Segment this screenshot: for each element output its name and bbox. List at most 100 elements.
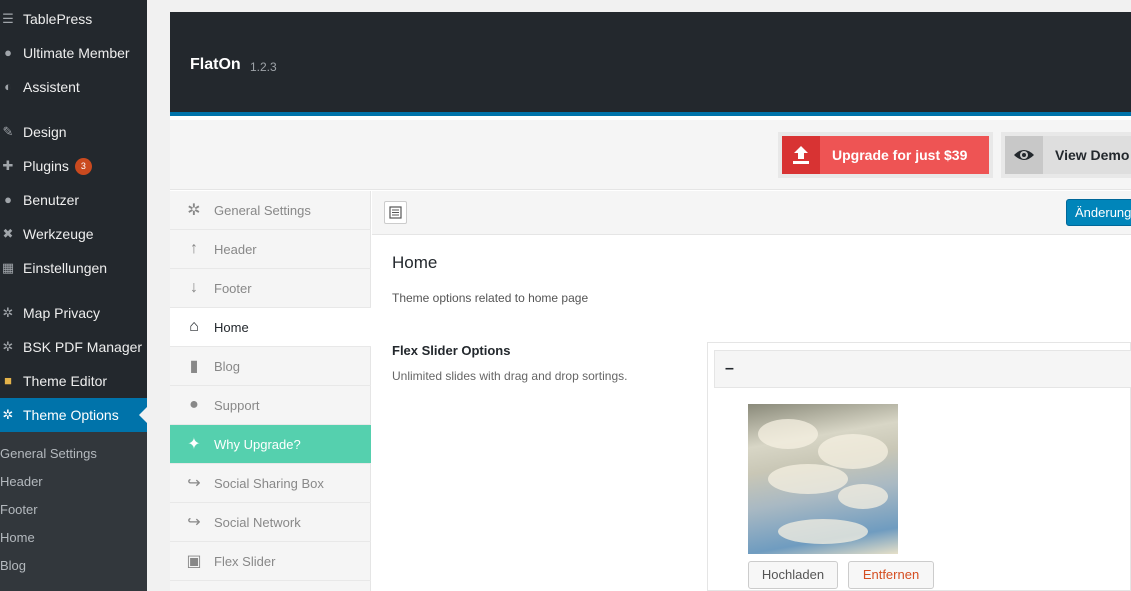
cloud-shape xyxy=(768,464,848,494)
gear-icon: ✲ xyxy=(2,407,14,422)
wizard-icon: ◐ xyxy=(4,79,12,94)
section-title: Home xyxy=(392,253,438,272)
upgrade-label: Upgrade for just $39 xyxy=(820,136,989,174)
options-nav: ✲ General Settings ↑ Header ↓ Footer ⌂ H… xyxy=(170,191,371,591)
submenu-item-home[interactable]: Home xyxy=(0,530,35,545)
slide-header-bar[interactable]: – xyxy=(714,350,1131,388)
nav-label: General Settings xyxy=(214,202,311,218)
menu-item-design[interactable]: ✎ Design xyxy=(0,115,147,149)
action-bar: Upgrade for just $39 View Demo xyxy=(170,120,1131,190)
file-icon: ▮ xyxy=(189,358,199,375)
nav-item-social-sharing-box[interactable]: ↪ Social Sharing Box xyxy=(170,464,371,503)
theme-name: FlatOn xyxy=(190,56,241,73)
flex-slider-options-box: – Hochladen Entfernen xyxy=(707,342,1131,591)
magic-wand-icon: ✦ xyxy=(187,436,201,453)
field-description: Unlimited slides with drag and drop sort… xyxy=(392,369,628,383)
field-title: Flex Slider Options xyxy=(392,343,511,358)
nav-label: Header xyxy=(214,241,257,257)
submenu-item-footer[interactable]: Footer xyxy=(0,502,38,517)
gear-icon: ✲ xyxy=(2,305,14,320)
menu-label: TablePress xyxy=(23,11,93,27)
nav-item-social-network[interactable]: ↪ Social Network xyxy=(170,503,371,542)
gears-icon: ✲ xyxy=(187,202,201,219)
cloud-shape xyxy=(838,484,888,509)
nav-label: Social Sharing Box xyxy=(214,475,324,491)
menu-label: Theme Options xyxy=(23,407,119,423)
menu-label: BSK PDF Manager xyxy=(23,339,143,355)
theme-options-submenu: General Settings Header Footer Home Blog xyxy=(0,432,147,591)
cloud-shape xyxy=(818,434,888,469)
menu-item-ultimate-member[interactable]: ● Ultimate Member xyxy=(0,36,147,70)
nav-item-why-upgrade[interactable]: ✦ Why Upgrade? xyxy=(170,425,371,464)
menu-item-map-privacy[interactable]: ✲ Map Privacy xyxy=(0,296,147,330)
collapse-toggle[interactable]: – xyxy=(725,360,734,378)
menu-item-plugins[interactable]: ✚ Plugins 3 xyxy=(0,149,147,183)
nav-item-header[interactable]: ↑ Header xyxy=(170,230,371,269)
nav-label: Why Upgrade? xyxy=(214,436,301,452)
image-icon: ▣ xyxy=(186,553,202,570)
arrow-down-icon: ↓ xyxy=(190,279,198,296)
content-toolbar: Änderungen speichern xyxy=(372,191,1131,235)
settings-icon: ▦ xyxy=(1,260,15,275)
submenu-item-general-settings[interactable]: General Settings xyxy=(0,446,97,461)
brush-icon: ✎ xyxy=(2,124,14,139)
cloud-shape xyxy=(778,519,868,544)
menu-label: Plugins xyxy=(23,158,69,174)
layout-icon xyxy=(389,206,402,219)
nav-label: Support xyxy=(214,397,260,413)
nav-item-blog[interactable]: ▮ Blog xyxy=(170,347,371,386)
view-demo-label: View Demo xyxy=(1043,136,1131,174)
arrow-up-icon: ↑ xyxy=(190,240,198,257)
users-icon: ● xyxy=(4,192,12,207)
menu-label: Benutzer xyxy=(23,192,80,208)
table-icon: ☰ xyxy=(2,11,14,26)
menu-item-theme-options[interactable]: ✲ Theme Options xyxy=(0,398,147,432)
nav-item-general-settings[interactable]: ✲ General Settings xyxy=(170,191,371,230)
nav-label: Flex Slider xyxy=(214,553,276,569)
menu-label: Einstellungen xyxy=(23,260,108,276)
home-icon: ⌂ xyxy=(189,318,199,335)
submenu-item-header[interactable]: Header xyxy=(0,474,43,489)
wrench-icon: ✖ xyxy=(2,226,14,241)
gear-icon: ✲ xyxy=(2,339,14,354)
nav-item-flex-slider[interactable]: ▣ Flex Slider xyxy=(170,542,371,581)
remove-button[interactable]: Entfernen xyxy=(848,561,934,589)
expand-toggle-button[interactable] xyxy=(384,201,407,224)
plugin-icon: ✚ xyxy=(2,158,14,173)
wp-admin-sidebar: ☰ TablePress ● Ultimate Member ◐ Assiste… xyxy=(0,0,147,591)
slide-image-preview xyxy=(748,404,898,554)
panel-header: FlatOn 1.2.3 xyxy=(170,12,1131,116)
user-icon: ● xyxy=(4,45,12,60)
nav-item-footer[interactable]: ↓ Footer xyxy=(170,269,371,308)
upload-button[interactable]: Hochladen xyxy=(748,561,838,589)
menu-label: Theme Editor xyxy=(23,373,108,389)
share-icon: ↪ xyxy=(187,475,201,492)
view-demo-button[interactable]: View Demo xyxy=(1001,132,1131,178)
nav-item-home[interactable]: ⌂ Home xyxy=(170,308,371,347)
nav-label: Footer xyxy=(214,280,252,296)
update-count-badge: 3 xyxy=(74,157,92,175)
share-icon: ↪ xyxy=(187,514,201,531)
menu-item-tablepress[interactable]: ☰ TablePress xyxy=(0,2,147,36)
menu-item-bsk-pdf-manager[interactable]: ✲ BSK PDF Manager xyxy=(0,330,147,364)
user-icon: ● xyxy=(189,396,199,413)
menu-item-benutzer[interactable]: ● Benutzer xyxy=(0,183,147,217)
nav-item-support[interactable]: ● Support xyxy=(170,386,371,425)
menu-label: Map Privacy xyxy=(23,305,101,321)
upgrade-button[interactable]: Upgrade for just $39 xyxy=(778,132,993,178)
menu-item-einstellungen[interactable]: ▦ Einstellungen xyxy=(0,251,147,285)
nav-label: Home xyxy=(214,319,249,335)
menu-label: Werkzeuge xyxy=(23,226,94,242)
nav-label: Social Network xyxy=(214,514,301,530)
section-description: Theme options related to home page xyxy=(392,291,589,305)
save-changes-button[interactable]: Änderungen speichern xyxy=(1066,199,1131,226)
folder-icon: ■ xyxy=(4,373,12,388)
menu-label: Design xyxy=(23,124,67,140)
submenu-item-blog[interactable]: Blog xyxy=(0,558,26,573)
menu-label: Ultimate Member xyxy=(23,45,130,61)
theme-version: 1.2.3 xyxy=(250,60,277,74)
menu-item-theme-editor[interactable]: ■ Theme Editor xyxy=(0,364,147,398)
menu-item-werkzeuge[interactable]: ✖ Werkzeuge xyxy=(0,217,147,251)
menu-item-assistent[interactable]: ◐ Assistent xyxy=(0,70,147,104)
menu-label: Assistent xyxy=(23,79,80,95)
